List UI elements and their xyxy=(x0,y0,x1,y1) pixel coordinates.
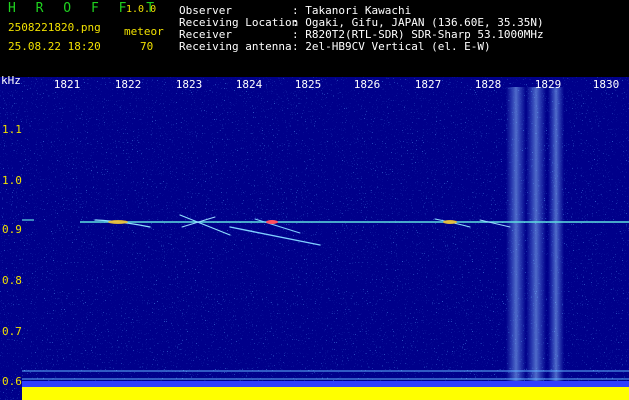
antenna-label: Receiving antenna xyxy=(179,40,292,53)
y-tick: 0.8 xyxy=(2,274,22,287)
antenna-value: : 2el-HB9CV Vertical (el. E-W) xyxy=(292,40,491,53)
x-tick: 1824 xyxy=(235,78,263,91)
x-tick: 1825 xyxy=(294,78,322,91)
interference-band xyxy=(526,87,546,387)
interference-band xyxy=(506,87,526,387)
file-name: 2508221820.png xyxy=(8,21,101,34)
y-tick: 1.0 xyxy=(2,174,22,187)
x-tick: 1829 xyxy=(534,78,562,91)
x-tick: 1823 xyxy=(175,78,203,91)
y-tick: 1.1 xyxy=(2,123,22,136)
y-tick: 0.6 xyxy=(2,375,22,388)
x-tick: 1822 xyxy=(114,78,142,91)
x-tick: 1830 xyxy=(592,78,620,91)
x-tick: 1827 xyxy=(414,78,442,91)
level-bar xyxy=(22,386,629,400)
axis-unit: kHz xyxy=(1,74,21,87)
x-tick: 1826 xyxy=(353,78,381,91)
x-tick: 1821 xyxy=(53,78,81,91)
y-tick: 0.9 xyxy=(2,223,22,236)
meteor-label: meteor xyxy=(124,25,164,38)
meteor-count: 70 xyxy=(140,40,154,53)
app-version: 1.0.0 xyxy=(126,4,157,15)
level-bar-top xyxy=(22,381,629,387)
capture-datetime: 25.08.22 18:20 xyxy=(8,40,101,53)
x-tick: 1828 xyxy=(474,78,502,91)
spectrogram xyxy=(0,77,629,400)
interference-band xyxy=(548,87,564,387)
y-tick: 0.7 xyxy=(2,325,22,338)
